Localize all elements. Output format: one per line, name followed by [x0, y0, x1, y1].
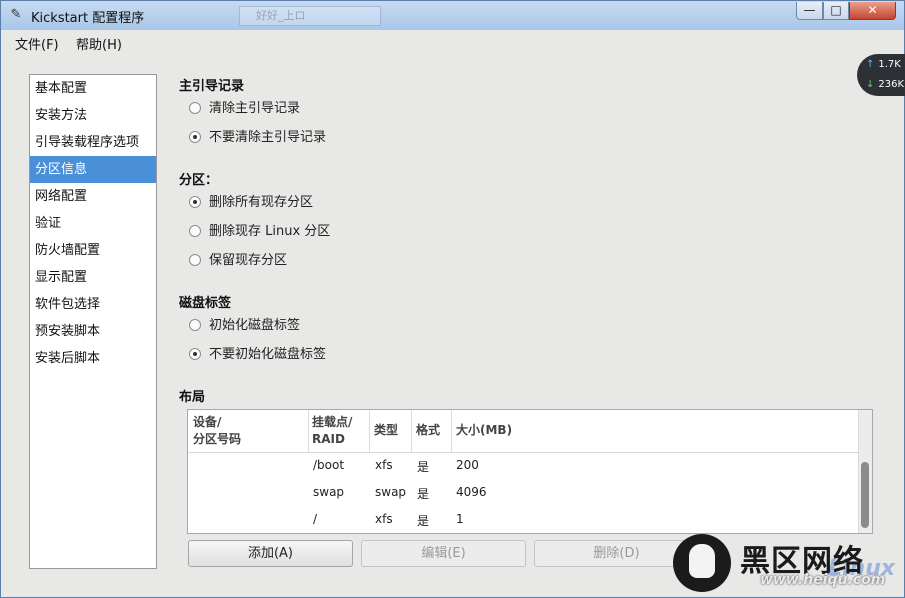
partitions-section-title: 分区：	[179, 173, 219, 188]
upload-speed: 1.7K	[878, 59, 901, 70]
cell-size: 200	[456, 458, 479, 472]
radio-remove-all-partitions[interactable]: 删除所有现存分区	[189, 194, 313, 212]
sidebar-item-post-script[interactable]: 安装后脚本	[30, 345, 156, 372]
upload-arrow-icon: ↑	[866, 59, 875, 70]
radio-no-init-disklabel[interactable]: 不要初始化磁盘标签	[189, 346, 326, 364]
network-speed-widget: ↑ 1.7K ↓ 236K	[857, 54, 905, 96]
radio-remove-linux-partitions[interactable]: 删除现存 Linux 分区	[189, 223, 330, 241]
sidebar-item-bootloader[interactable]: 引导装载程序选项	[30, 129, 156, 156]
disklabel-section-title: 磁盘标签	[179, 296, 232, 311]
table-scrollbar[interactable]	[858, 410, 872, 533]
cell-type: xfs	[375, 458, 393, 472]
close-button[interactable]: ✕	[849, 2, 896, 20]
sidebar-item-pre-script[interactable]: 预安装脚本	[30, 318, 156, 345]
scrollbar-thumb[interactable]	[861, 462, 869, 528]
cell-type: swap	[375, 485, 407, 499]
sidebar-item-display[interactable]: 显示配置	[30, 264, 156, 291]
cell-format: 是	[417, 460, 430, 474]
download-speed: 236K	[878, 79, 905, 90]
sidebar-item-basic[interactable]: 基本配置	[30, 75, 156, 102]
header-size[interactable]: 大小(MB)	[456, 422, 512, 439]
table-row[interactable]: /boot xfs 是 200	[188, 453, 858, 480]
radio-clear-mbr[interactable]: 清除主引导记录	[189, 100, 300, 118]
table-row[interactable]: swap swap 是 4096	[188, 480, 858, 507]
sidebar-item-firewall[interactable]: 防火墙配置	[30, 237, 156, 264]
menu-file[interactable]: 文件(F)	[15, 34, 59, 53]
header-device[interactable]: 设备/ 分区号码	[193, 414, 241, 448]
penguin-logo-icon	[673, 534, 731, 592]
radio-button-selected-icon[interactable]	[189, 196, 201, 208]
sidebar-item-partitions[interactable]: 分区信息	[30, 156, 156, 183]
cell-mount: /	[313, 512, 318, 526]
config-sidebar: 基本配置 安装方法 引导装载程序选项 分区信息 网络配置 验证 防火墙配置 显示…	[29, 74, 157, 569]
kickstart-app-icon: ✎	[10, 7, 22, 22]
sidebar-item-network[interactable]: 网络配置	[30, 183, 156, 210]
cell-format: 是	[417, 514, 430, 528]
radio-button-selected-icon[interactable]	[189, 131, 201, 143]
radio-button-icon[interactable]	[189, 319, 201, 331]
radio-keep-partitions[interactable]: 保留现存分区	[189, 252, 287, 270]
column-divider[interactable]	[369, 410, 370, 452]
radio-button-icon[interactable]	[189, 225, 201, 237]
radio-keep-mbr[interactable]: 不要清除主引导记录	[189, 129, 326, 147]
table-row[interactable]: / xfs 是 1	[188, 507, 858, 533]
cell-format: 是	[417, 487, 430, 501]
radio-button-icon[interactable]	[189, 102, 201, 114]
table-header: 设备/ 分区号码 挂载点/ RAID 类型 格式 大小(MB)	[188, 410, 858, 453]
kickstart-window: ✎ Kickstart 配置程序 好好_上ロ — □ ✕ 文件(F) 帮助(H)…	[0, 0, 905, 598]
sidebar-item-install-method[interactable]: 安装方法	[30, 102, 156, 129]
maximize-button[interactable]: □	[823, 2, 849, 20]
cell-mount: /boot	[313, 458, 345, 472]
column-divider[interactable]	[451, 410, 452, 452]
cell-size: 1	[456, 512, 464, 526]
mbr-section-title: 主引导记录	[179, 79, 245, 94]
header-mount[interactable]: 挂载点/ RAID	[312, 414, 352, 448]
radio-button-selected-icon[interactable]	[189, 348, 201, 360]
menu-bar: 文件(F) 帮助(H)	[1, 31, 904, 53]
cell-mount: swap	[313, 485, 345, 499]
cell-size: 4096	[456, 485, 487, 499]
column-divider[interactable]	[411, 410, 412, 452]
minimize-button[interactable]: —	[796, 2, 823, 20]
title-bar[interactable]: ✎ Kickstart 配置程序 好好_上ロ — □ ✕	[1, 1, 904, 30]
download-arrow-icon: ↓	[866, 79, 875, 90]
site-watermark-logo: Linux 黑区网络 www.heiqu.com	[668, 532, 905, 598]
column-divider[interactable]	[308, 410, 309, 452]
watermark-url: www.heiqu.com	[760, 572, 886, 588]
partition-table: 设备/ 分区号码 挂载点/ RAID 类型 格式 大小(MB) /boot xf…	[187, 409, 873, 534]
radio-init-disklabel[interactable]: 初始化磁盘标签	[189, 317, 300, 335]
add-partition-button[interactable]: 添加(A)	[188, 540, 353, 567]
menu-help[interactable]: 帮助(H)	[76, 34, 122, 53]
cell-type: xfs	[375, 512, 393, 526]
sidebar-item-auth[interactable]: 验证	[30, 210, 156, 237]
radio-button-icon[interactable]	[189, 254, 201, 266]
sidebar-item-packages[interactable]: 软件包选择	[30, 291, 156, 318]
window-title: Kickstart 配置程序	[31, 11, 145, 26]
edit-partition-button[interactable]: 编辑(E)	[361, 540, 526, 567]
header-format[interactable]: 格式	[416, 422, 440, 439]
header-type[interactable]: 类型	[374, 422, 398, 439]
background-window-ghost: 好好_上ロ	[239, 6, 381, 26]
layout-section-title: 布局	[179, 390, 206, 405]
